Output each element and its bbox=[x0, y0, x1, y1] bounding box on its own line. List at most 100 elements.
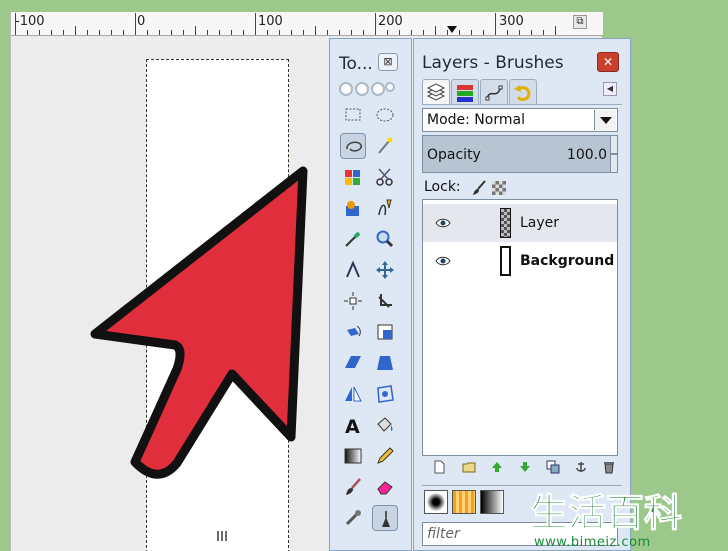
blend-icon bbox=[344, 448, 362, 464]
channels-tab-icon bbox=[457, 85, 473, 102]
tool-button[interactable] bbox=[372, 505, 398, 531]
tool-button[interactable] bbox=[372, 319, 398, 345]
ruler-tick bbox=[159, 30, 160, 35]
rotate-icon bbox=[347, 325, 361, 337]
ruler-tick bbox=[207, 30, 208, 35]
tool-button[interactable] bbox=[340, 288, 366, 314]
tool-button[interactable] bbox=[372, 164, 398, 190]
wilber-logo-icon bbox=[339, 82, 395, 96]
tool-button[interactable] bbox=[372, 412, 398, 438]
ruler-label: -100 bbox=[15, 14, 45, 29]
ruler-tick bbox=[495, 13, 496, 35]
lower-layer-icon[interactable] bbox=[518, 460, 532, 474]
tool-button[interactable] bbox=[340, 443, 366, 469]
svg-text:A: A bbox=[345, 416, 360, 435]
layer-row-background[interactable]: Background bbox=[423, 242, 617, 280]
lock-pixels-icon[interactable] bbox=[471, 180, 487, 196]
cage-transform-icon bbox=[377, 385, 394, 403]
ruler-tick bbox=[171, 30, 172, 35]
tool-button[interactable] bbox=[372, 288, 398, 314]
dock-close-button[interactable]: ✕ bbox=[597, 52, 619, 72]
duplicate-layer-icon[interactable] bbox=[546, 460, 560, 474]
opacity-slider[interactable]: Opacity 100.0 bbox=[422, 135, 618, 173]
eye-icon[interactable] bbox=[435, 256, 451, 266]
gradient-tab[interactable] bbox=[480, 490, 504, 514]
scrollbar-grip[interactable] bbox=[217, 531, 233, 543]
ruler-tick bbox=[99, 30, 100, 35]
tool-button[interactable] bbox=[340, 319, 366, 345]
tool-button[interactable] bbox=[340, 381, 366, 407]
ruler-tick bbox=[351, 30, 352, 35]
tool-button[interactable] bbox=[340, 164, 366, 190]
tool-button[interactable] bbox=[372, 133, 398, 159]
tool-button[interactable] bbox=[372, 443, 398, 469]
ruler-tick bbox=[483, 30, 484, 35]
pattern-tab[interactable] bbox=[452, 490, 476, 514]
airbrush-icon bbox=[345, 510, 361, 526]
layers-tab[interactable] bbox=[422, 79, 450, 105]
anchor-layer-icon[interactable] bbox=[574, 460, 588, 474]
paths-tab[interactable] bbox=[480, 79, 508, 105]
ruler-tick bbox=[63, 30, 64, 35]
tool-button[interactable] bbox=[340, 102, 366, 128]
ruler-tick bbox=[291, 30, 292, 35]
tool-button[interactable] bbox=[372, 102, 398, 128]
new-layer-icon[interactable] bbox=[432, 460, 446, 474]
ruler-tick bbox=[543, 30, 544, 35]
brush-tab[interactable] bbox=[424, 490, 448, 514]
mode-select[interactable]: Mode: Normal bbox=[422, 108, 618, 132]
delete-layer-icon[interactable] bbox=[602, 460, 616, 474]
tool-button[interactable] bbox=[372, 474, 398, 500]
tool-button[interactable] bbox=[340, 195, 366, 221]
free-select-icon bbox=[346, 141, 362, 152]
horizontal-ruler[interactable]: -100 0 100 200 300 ⧉ bbox=[11, 12, 603, 36]
toolbox-close-button[interactable]: ⊠ bbox=[378, 53, 398, 71]
ruler-label: 100 bbox=[258, 14, 283, 29]
dock-divider bbox=[422, 104, 622, 105]
dock-menu-button[interactable]: ◀ bbox=[603, 82, 617, 96]
paths-icon bbox=[378, 199, 392, 216]
tool-button[interactable] bbox=[372, 226, 398, 252]
tool-button[interactable] bbox=[340, 133, 366, 159]
tool-button[interactable] bbox=[372, 257, 398, 283]
opacity-spinner[interactable] bbox=[610, 135, 618, 173]
tool-button[interactable] bbox=[372, 195, 398, 221]
lock-alpha-icon[interactable] bbox=[492, 181, 506, 195]
watermark-url: www.bimeiz.com bbox=[534, 535, 651, 550]
ruler-tick bbox=[219, 30, 220, 35]
ruler-tick bbox=[15, 13, 16, 35]
color-picker-icon bbox=[345, 231, 361, 247]
raise-layer-icon[interactable] bbox=[490, 460, 504, 474]
eye-icon[interactable] bbox=[435, 218, 451, 228]
opacity-value: 100.0 bbox=[566, 147, 607, 163]
opacity-label: Opacity bbox=[427, 147, 481, 163]
rect-select-icon bbox=[345, 108, 361, 121]
shear-icon bbox=[345, 356, 361, 368]
channels-tab[interactable] bbox=[451, 79, 479, 105]
chevron-down-icon[interactable] bbox=[594, 110, 616, 130]
screen: -100 0 100 200 300 ⧉ To... ⊠ A Layers - Brush… bbox=[0, 0, 728, 551]
paths-tab-icon bbox=[485, 85, 503, 101]
tool-button[interactable] bbox=[340, 226, 366, 252]
ruler-tick bbox=[303, 30, 304, 35]
ruler-tick bbox=[423, 30, 424, 35]
tool-button[interactable] bbox=[372, 350, 398, 376]
measure-icon bbox=[346, 260, 360, 278]
tool-button[interactable] bbox=[340, 474, 366, 500]
tool-button[interactable] bbox=[340, 505, 366, 531]
ruler-tick bbox=[147, 30, 148, 35]
image-canvas[interactable] bbox=[146, 59, 289, 551]
tool-button[interactable] bbox=[372, 381, 398, 407]
tool-button[interactable]: A bbox=[340, 412, 366, 438]
ruler-tick bbox=[267, 30, 268, 35]
bucket-fill-icon bbox=[377, 417, 393, 432]
tool-button[interactable] bbox=[340, 350, 366, 376]
ruler-tick bbox=[231, 30, 232, 35]
new-layer-group-icon[interactable] bbox=[462, 460, 476, 474]
undo-history-tab[interactable] bbox=[509, 79, 537, 105]
ruler-tick bbox=[531, 30, 532, 35]
tool-button[interactable] bbox=[340, 257, 366, 283]
layer-list[interactable]: Layer Background bbox=[422, 199, 618, 456]
layer-row-layer[interactable]: Layer bbox=[423, 204, 617, 242]
zoom-navigate-icon[interactable]: ⧉ bbox=[573, 15, 587, 29]
